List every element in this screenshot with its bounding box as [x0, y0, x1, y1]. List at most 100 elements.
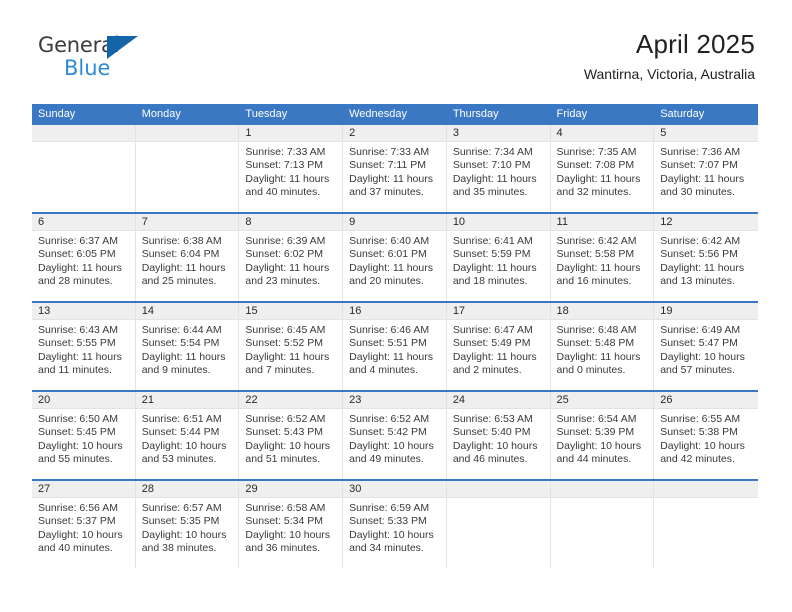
day-number: 15 [245, 305, 258, 317]
day-details: Sunrise: 6:39 AM Sunset: 6:02 PM Daylight:… [239, 231, 342, 289]
day-number-band: 8 [239, 214, 343, 231]
day-number-band [135, 125, 239, 142]
sunset-text: Sunset: 5:52 PM [245, 337, 324, 350]
daylight-text: Daylight: 11 hours and 35 minutes. [452, 172, 537, 199]
daylight-text: Daylight: 11 hours and 7 minutes. [245, 350, 330, 377]
day-cell[interactable]: 24 Sunrise: 6:53 AM Sunset: 5:40 PM Dayligh… [446, 392, 551, 479]
day-cell[interactable]: 28 Sunrise: 6:57 AM Sunset: 5:35 PM Dayligh… [135, 481, 240, 568]
day-number-band: 30 [343, 481, 446, 498]
daylight-text: Daylight: 10 hours and 42 minutes. [660, 439, 745, 466]
week-cells: 20 Sunrise: 6:50 AM Sunset: 5:45 PM Dayligh… [32, 392, 758, 479]
sunrise-text: Sunrise: 6:39 AM [245, 235, 326, 247]
sunset-text: Sunset: 5:54 PM [141, 337, 220, 350]
sunset-text: Sunset: 5:47 PM [660, 337, 738, 350]
day-cell[interactable]: 5 Sunrise: 7:36 AM Sunset: 7:07 PM Daylight… [654, 125, 758, 212]
day-cell[interactable]: 7 Sunrise: 6:38 AM Sunset: 6:04 PM Daylight… [135, 214, 240, 301]
week-cells: 27 Sunrise: 6:56 AM Sunset: 5:37 PM Dayligh… [32, 481, 758, 568]
day-number: 4 [556, 127, 563, 139]
daylight-text: Daylight: 11 hours and 40 minutes. [245, 172, 330, 199]
daylight-text: Daylight: 10 hours and 57 minutes. [660, 350, 745, 377]
day-number-band: 12 [654, 214, 758, 231]
day-cell[interactable]: 6 Sunrise: 6:37 AM Sunset: 6:05 PM Daylight… [32, 214, 136, 301]
weekday-header-row: Sunday Monday Tuesday Wednesday Thursday Frid… [32, 104, 758, 125]
sunset-text: Sunset: 7:10 PM [452, 159, 531, 172]
week-cells: 13 Sunrise: 6:43 AM Sunset: 5:55 PM Dayligh… [32, 303, 758, 390]
day-cell[interactable]: 15 Sunrise: 6:45 AM Sunset: 5:52 PM Dayligh… [239, 303, 344, 390]
day-cell[interactable]: 17 Sunrise: 6:47 AM Sunset: 5:49 PM Dayligh… [446, 303, 551, 390]
sunset-text: Sunset: 6:04 PM [141, 248, 220, 261]
day-number-band: 4 [550, 125, 654, 142]
day-details: Sunrise: 7:33 AM Sunset: 7:13 PM Daylight:… [239, 142, 342, 200]
sunset-text: Sunset: 7:13 PM [245, 159, 324, 172]
day-number: 28 [141, 483, 154, 495]
day-number: 14 [141, 305, 154, 317]
sunset-text: Sunset: 5:43 PM [245, 426, 324, 439]
day-cell[interactable]: 4 Sunrise: 7:35 AM Sunset: 7:08 PM Daylight… [550, 125, 655, 212]
day-cell[interactable]: 18 Sunrise: 6:48 AM Sunset: 5:48 PM Dayligh… [550, 303, 655, 390]
daylight-text: Daylight: 11 hours and 16 minutes. [556, 261, 641, 288]
day-cell[interactable]: 25 Sunrise: 6:54 AM Sunset: 5:39 PM Dayligh… [550, 392, 655, 479]
sunrise-text: Sunrise: 6:51 AM [141, 413, 222, 425]
day-number-band: 27 [32, 481, 135, 498]
sunrise-text: Sunrise: 6:54 AM [556, 413, 637, 425]
day-number-band: 9 [343, 214, 446, 231]
sunset-text: Sunset: 7:07 PM [660, 159, 738, 172]
day-number-band: 15 [239, 303, 343, 320]
calendar-week-row: 20 Sunrise: 6:50 AM Sunset: 5:45 PM Dayligh… [32, 390, 758, 479]
day-details: Sunrise: 6:56 AM Sunset: 5:37 PM Daylight:… [32, 498, 135, 556]
daylight-text: Daylight: 10 hours and 44 minutes. [556, 439, 642, 466]
day-cell[interactable]: 3 Sunrise: 7:34 AM Sunset: 7:10 PM Daylight… [446, 125, 551, 212]
daylight-text: Daylight: 11 hours and 23 minutes. [245, 261, 330, 288]
day-cell[interactable]: 20 Sunrise: 6:50 AM Sunset: 5:45 PM Dayligh… [32, 392, 136, 479]
daylight-text: Daylight: 10 hours and 40 minutes. [38, 528, 123, 555]
day-cell[interactable]: 1 Sunrise: 7:33 AM Sunset: 7:13 PM Daylight… [239, 125, 344, 212]
sunrise-text: Sunrise: 6:58 AM [245, 502, 326, 514]
day-cell[interactable]: 11 Sunrise: 6:42 AM Sunset: 5:58 PM Dayligh… [550, 214, 655, 301]
sunrise-text: Sunrise: 7:36 AM [660, 146, 741, 158]
day-number: 19 [660, 305, 673, 317]
day-cell[interactable]: 12 Sunrise: 6:42 AM Sunset: 5:56 PM Dayligh… [654, 214, 758, 301]
day-cell[interactable]: 9 Sunrise: 6:40 AM Sunset: 6:01 PM Daylight… [343, 214, 447, 301]
sunset-text: Sunset: 5:45 PM [38, 426, 116, 439]
day-number: 6 [38, 216, 45, 228]
day-details: Sunrise: 6:42 AM Sunset: 5:56 PM Daylight:… [654, 231, 758, 289]
sunrise-text: Sunrise: 6:44 AM [141, 324, 222, 336]
day-cell[interactable]: 10 Sunrise: 6:41 AM Sunset: 5:59 PM Dayligh… [446, 214, 551, 301]
day-cell[interactable]: 26 Sunrise: 6:55 AM Sunset: 5:38 PM Dayligh… [654, 392, 758, 479]
day-cell[interactable]: 30 Sunrise: 6:59 AM Sunset: 5:33 PM Dayligh… [343, 481, 447, 568]
day-cell[interactable]: 22 Sunrise: 6:52 AM Sunset: 5:43 PM Dayligh… [239, 392, 344, 479]
day-cell[interactable]: 16 Sunrise: 6:46 AM Sunset: 5:51 PM Dayligh… [343, 303, 447, 390]
day-number-band [654, 481, 758, 498]
sunrise-text: Sunrise: 7:33 AM [245, 146, 326, 158]
day-details: Sunrise: 6:44 AM Sunset: 5:54 PM Daylight:… [136, 320, 239, 378]
sunrise-text: Sunrise: 7:35 AM [556, 146, 637, 158]
daylight-text: Daylight: 10 hours and 38 minutes. [141, 528, 227, 555]
day-cell[interactable]: 23 Sunrise: 6:52 AM Sunset: 5:42 PM Dayligh… [343, 392, 447, 479]
day-cell[interactable]: 8 Sunrise: 6:39 AM Sunset: 6:02 PM Daylight… [239, 214, 344, 301]
sunrise-text: Sunrise: 6:52 AM [349, 413, 430, 425]
daylight-text: Daylight: 10 hours and 46 minutes. [452, 439, 538, 466]
sunrise-text: Sunrise: 6:42 AM [556, 235, 637, 247]
day-cell-empty [32, 125, 136, 212]
day-cell[interactable]: 13 Sunrise: 6:43 AM Sunset: 5:55 PM Dayligh… [32, 303, 136, 390]
day-number-band: 25 [550, 392, 654, 409]
weekday-header-saturday: Saturday [660, 108, 705, 120]
day-cell[interactable]: 27 Sunrise: 6:56 AM Sunset: 5:37 PM Dayligh… [32, 481, 136, 568]
day-number: 12 [660, 216, 673, 228]
day-cell[interactable]: 21 Sunrise: 6:51 AM Sunset: 5:44 PM Dayligh… [135, 392, 240, 479]
daylight-text: Daylight: 11 hours and 13 minutes. [660, 261, 745, 288]
calendar-week-row: 6 Sunrise: 6:37 AM Sunset: 6:05 PM Daylight… [32, 212, 758, 301]
brand-logo[interactable]: General Blue [38, 33, 168, 85]
day-cell[interactable]: 19 Sunrise: 6:49 AM Sunset: 5:47 PM Dayligh… [654, 303, 758, 390]
sunset-text: Sunset: 5:59 PM [452, 248, 531, 261]
daylight-text: Daylight: 11 hours and 9 minutes. [141, 350, 226, 377]
day-cell[interactable]: 14 Sunrise: 6:44 AM Sunset: 5:54 PM Dayligh… [135, 303, 240, 390]
day-cell[interactable]: 2 Sunrise: 7:33 AM Sunset: 7:11 PM Daylight… [343, 125, 447, 212]
calendar-weeks: 1 Sunrise: 7:33 AM Sunset: 7:13 PM Daylight… [32, 125, 758, 568]
day-number: 3 [452, 127, 459, 139]
day-cell[interactable]: 29 Sunrise: 6:58 AM Sunset: 5:34 PM Dayligh… [239, 481, 344, 568]
calendar-page: General Blue April 2025 Wantirna, Victor… [0, 0, 792, 612]
daylight-text: Daylight: 10 hours and 34 minutes. [349, 528, 434, 555]
day-details: Sunrise: 6:48 AM Sunset: 5:48 PM Daylight:… [551, 320, 654, 378]
sunset-text: Sunset: 7:11 PM [349, 159, 426, 172]
